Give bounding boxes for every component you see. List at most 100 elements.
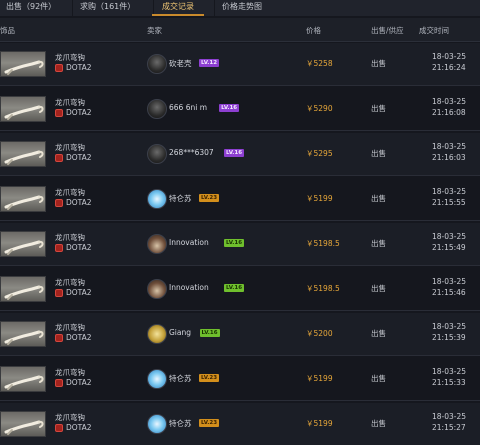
item-name[interactable]: 龙爪弯钩 [55,52,85,63]
table-row[interactable]: 龙爪弯钩 DOTA2 砍老壳 LV.12 ￥5258 出售 18-03-25 21:16:24 [0,43,480,86]
hook-weapon-icon[interactable] [0,96,46,122]
avatar[interactable] [147,54,167,74]
table-row[interactable]: 龙爪弯钩 DOTA2 666 6ni m LV.16 ￥5290 出售 18-03-25 21… [0,88,480,131]
header-item: 饰品 [0,26,15,35]
table-header: 饰品 卖家 价格 出售/供应 成交时间 [0,18,480,42]
level-badge: LV.16 [224,284,245,292]
table-row[interactable]: 龙爪弯钩 DOTA2 特仑苏 LV.23 ￥5199 出售 18-03-25 21:15:55 [0,178,480,221]
price: ￥5290 [306,104,333,113]
hook-weapon-icon[interactable] [0,231,46,257]
item-name[interactable]: 龙爪弯钩 [55,187,85,198]
transaction-type: 出售 [371,239,386,248]
transaction-date: 18-03-25 [432,52,467,61]
table-row[interactable]: 龙爪弯钩 DOTA2 特仑苏 LV.23 ￥5199 出售 18-03-25 21:15:27 [0,403,480,445]
price: ￥5198.5 [306,239,340,248]
transaction-type: 出售 [371,329,386,338]
table-row[interactable]: 龙爪弯钩 DOTA2 268***6307 LV.16 ￥5295 出售 18-03-25 2… [0,133,480,176]
transaction-date: 18-03-25 [432,142,467,151]
level-badge: LV.16 [199,329,220,337]
item-name[interactable]: 龙爪弯钩 [55,232,85,243]
transaction-type: 出售 [371,104,386,113]
tab-price-trend[interactable]: 价格走势图 [222,0,262,16]
transaction-time: 21:15:39 [432,333,466,342]
table-row[interactable]: 龙爪弯钩 DOTA2 Giang LV.16 ￥5200 出售 18-03-25 21:15:… [0,313,480,356]
transaction-time: 21:16:03 [432,153,466,162]
level-badge: LV.23 [199,194,220,202]
avatar[interactable] [147,414,167,434]
transaction-date: 18-03-25 [432,187,467,196]
hook-weapon-icon[interactable] [0,276,46,302]
price: ￥5199 [306,194,333,203]
seller-name[interactable]: Giang [169,328,191,337]
seller-name[interactable]: 特仑苏 [169,418,192,429]
header-seller: 卖家 [147,26,162,35]
item-name[interactable]: 龙爪弯钩 [55,97,85,108]
dota2-icon [55,64,63,72]
hook-weapon-icon[interactable] [0,51,46,77]
item-name[interactable]: 龙爪弯钩 [55,277,85,288]
level-badge: LV.16 [224,149,245,157]
item-name[interactable]: 龙爪弯钩 [55,412,85,423]
price: ￥5295 [306,149,333,158]
seller-name[interactable]: Innovation [169,283,209,292]
avatar[interactable] [147,324,167,344]
avatar[interactable] [147,99,167,119]
table-row[interactable]: 龙爪弯钩 DOTA2 Innovation LV.16 ￥5198.5 出售 18-03-2… [0,223,480,266]
seller-name[interactable]: 砍老壳 [169,58,192,69]
game-name: DOTA2 [66,198,92,207]
avatar[interactable] [147,369,167,389]
level-badge: LV.12 [199,59,220,67]
transaction-date: 18-03-25 [432,412,467,421]
transaction-type: 出售 [371,194,386,203]
tab-bar: 出售（92件） 求购（161件） 成交记录 价格走势图 [0,0,480,16]
transaction-date: 18-03-25 [432,232,467,241]
hook-weapon-icon[interactable] [0,321,46,347]
transaction-date: 18-03-25 [432,367,467,376]
transaction-type: 出售 [371,284,386,293]
game-name: DOTA2 [66,243,92,252]
tab-transactions[interactable]: 成交记录 [152,0,204,16]
game-name: DOTA2 [66,378,92,387]
tab-divider [72,0,73,16]
item-name[interactable]: 龙爪弯钩 [55,367,85,378]
level-badge: LV.16 [224,239,245,247]
transaction-time: 21:15:55 [432,198,466,207]
hook-weapon-icon[interactable] [0,366,46,392]
game-name: DOTA2 [66,333,92,342]
price: ￥5258 [306,59,333,68]
transaction-time: 21:16:24 [432,63,466,72]
hook-weapon-icon[interactable] [0,411,46,437]
avatar[interactable] [147,144,167,164]
table-row[interactable]: 龙爪弯钩 DOTA2 Innovation LV.16 ￥5198.5 出售 18-03-2… [0,268,480,311]
tab-divider [214,0,215,16]
level-badge: LV.23 [199,419,220,427]
tab-buy[interactable]: 求购（161件） [80,0,135,16]
table-row[interactable]: 龙爪弯钩 DOTA2 特仑苏 LV.23 ￥5199 出售 18-03-25 21:15:33 [0,358,480,401]
seller-name[interactable]: 特仑苏 [169,193,192,204]
avatar[interactable] [147,189,167,209]
item-name[interactable]: 龙爪弯钩 [55,142,85,153]
avatar[interactable] [147,234,167,254]
tab-sell[interactable]: 出售（92件） [6,0,56,16]
item-name[interactable]: 龙爪弯钩 [55,322,85,333]
seller-name[interactable]: 特仑苏 [169,373,192,384]
avatar[interactable] [147,279,167,299]
dota2-icon [55,244,63,252]
game-name: DOTA2 [66,153,92,162]
seller-name[interactable]: 268***6307 [169,148,214,157]
price: ￥5200 [306,329,333,338]
header-time: 成交时间 [419,26,449,35]
price: ￥5198.5 [306,284,340,293]
transaction-time: 21:15:46 [432,288,466,297]
transaction-time: 21:15:49 [432,243,466,252]
hook-weapon-icon[interactable] [0,186,46,212]
game-name: DOTA2 [66,423,92,432]
seller-name[interactable]: Innovation [169,238,209,247]
seller-name[interactable]: 666 6ni m [169,103,207,112]
dota2-icon [55,424,63,432]
dota2-icon [55,334,63,342]
hook-weapon-icon[interactable] [0,141,46,167]
price: ￥5199 [306,419,333,428]
transaction-time: 21:15:27 [432,423,466,432]
dota2-icon [55,289,63,297]
